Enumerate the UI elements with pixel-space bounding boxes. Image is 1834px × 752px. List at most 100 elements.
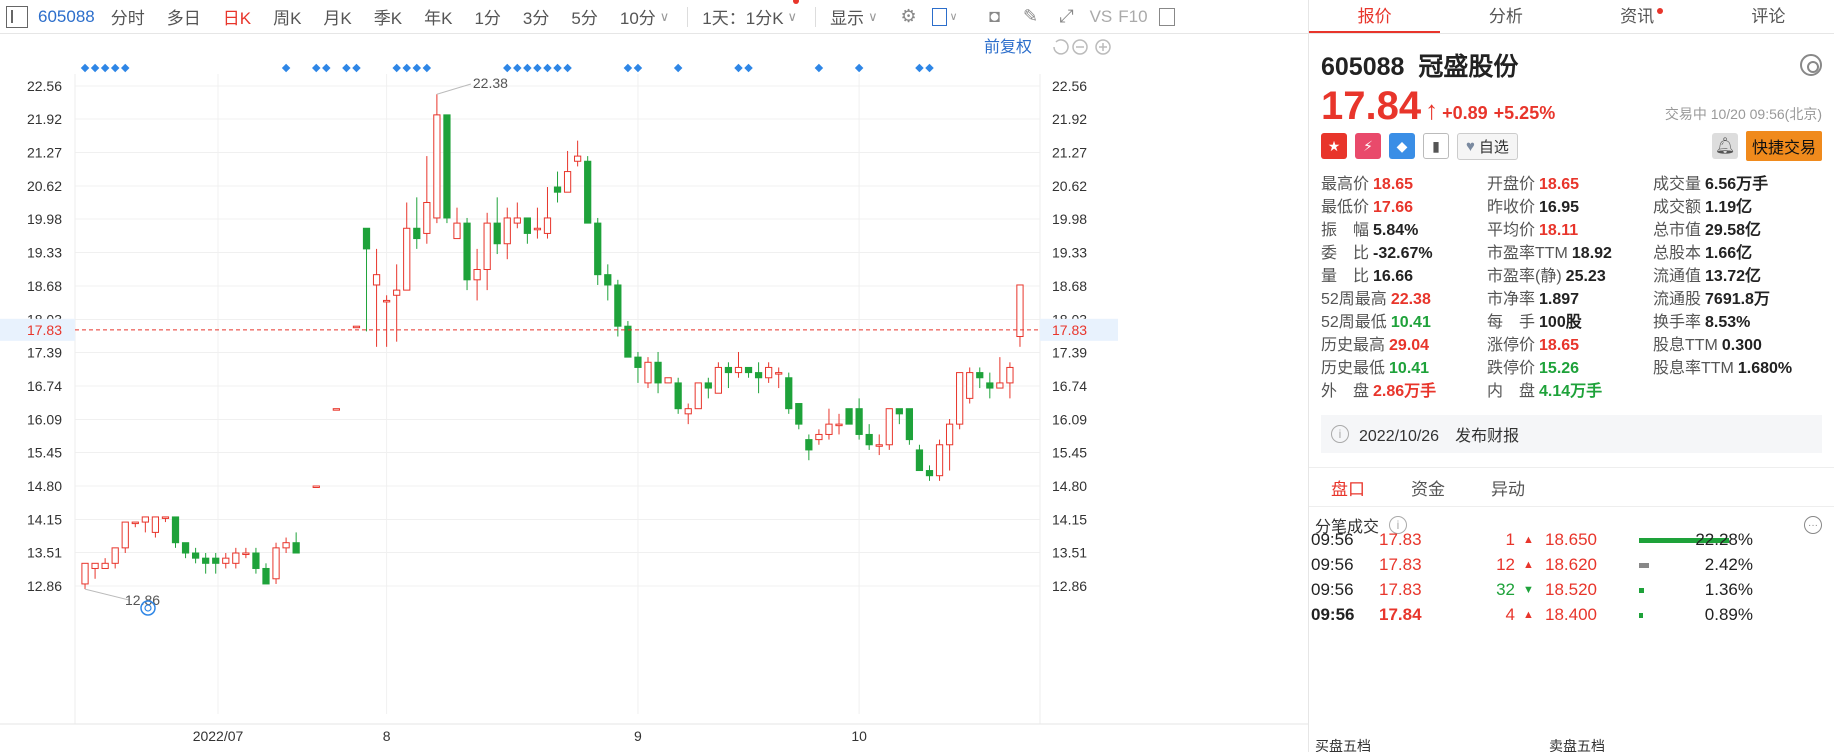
tab-daily-k[interactable]: 日K: [223, 4, 251, 29]
candle-body[interactable]: [574, 155, 582, 162]
bookmark-icon[interactable]: ▮: [1423, 133, 1449, 159]
event-marker[interactable]: [563, 63, 572, 73]
event-marker[interactable]: [523, 63, 532, 73]
event-marker[interactable]: [80, 63, 90, 73]
event-marker[interactable]: [673, 63, 683, 73]
event-marker[interactable]: [744, 63, 753, 73]
tab-3min[interactable]: 3分: [523, 4, 549, 29]
candle-body[interactable]: [513, 217, 521, 224]
candle-body[interactable]: [825, 423, 833, 435]
candle-body[interactable]: [966, 372, 974, 399]
candle-body[interactable]: [483, 222, 491, 271]
candle-body[interactable]: [885, 408, 893, 446]
candle-body[interactable]: [553, 186, 562, 193]
candle-body[interactable]: [242, 552, 250, 556]
candle-body[interactable]: [865, 433, 873, 446]
gear-icon[interactable]: [1800, 54, 1822, 76]
candle-body[interactable]: [222, 557, 230, 564]
candle-body[interactable]: [614, 284, 622, 327]
candle-body[interactable]: [362, 227, 371, 250]
tab-year-k[interactable]: 年K: [424, 4, 452, 29]
candle-body[interactable]: [845, 408, 853, 425]
tab-comments[interactable]: 评论: [1703, 0, 1834, 33]
candle-body[interactable]: [584, 160, 592, 224]
tab-order-book[interactable]: 盘口: [1331, 475, 1365, 500]
earnings-report-notice[interactable]: i 2022/10/26 发布财报: [1321, 415, 1822, 453]
event-marker[interactable]: [633, 63, 643, 73]
candle-body[interactable]: [634, 356, 642, 368]
candle-body[interactable]: [312, 485, 320, 488]
candle-body[interactable]: [724, 366, 733, 374]
candle-body[interactable]: [915, 449, 924, 472]
candle-body[interactable]: [91, 562, 99, 569]
bell-icon[interactable]: 🔔︎: [1711, 133, 1738, 159]
tab-fenshi[interactable]: 分时: [111, 4, 145, 29]
candle-body[interactable]: [694, 382, 702, 410]
candle-body[interactable]: [121, 521, 129, 549]
event-marker[interactable]: [623, 63, 633, 73]
candle-body[interactable]: [413, 227, 421, 240]
range-select[interactable]: 1天：1分K ∨: [702, 0, 800, 29]
candle-body[interactable]: [744, 366, 753, 374]
pen-icon[interactable]: ✎: [1018, 6, 1044, 28]
event-marker[interactable]: [553, 63, 562, 73]
event-marker[interactable]: [322, 63, 331, 73]
candle-body[interactable]: [734, 366, 743, 374]
quick-trade-button[interactable]: 快捷交易: [1745, 131, 1822, 161]
candle-body[interactable]: [976, 372, 984, 379]
tag-icon[interactable]: ◆: [1389, 133, 1415, 159]
candle-body[interactable]: [805, 439, 813, 451]
watchlist-button[interactable]: ♥ 自选: [1457, 132, 1518, 160]
adjust-label[interactable]: 前复权: [984, 38, 1032, 56]
candle-body[interactable]: [212, 557, 220, 564]
color-square-icon[interactable]: ∨: [931, 6, 958, 28]
candle-body[interactable]: [875, 444, 883, 447]
event-marker[interactable]: [915, 63, 924, 73]
tab-1min[interactable]: 1分: [474, 4, 500, 29]
candle-body[interactable]: [945, 423, 954, 446]
candle-body[interactable]: [393, 289, 401, 296]
tab-quarter-k[interactable]: 季K: [374, 4, 402, 29]
candle-body[interactable]: [956, 372, 964, 425]
fullscreen-icon[interactable]: ⤢: [1054, 6, 1080, 28]
event-marker[interactable]: [734, 63, 743, 73]
candle-body[interactable]: [835, 423, 843, 427]
candle-body[interactable]: [704, 382, 712, 389]
candle-body[interactable]: [1006, 366, 1014, 384]
event-marker[interactable]: [110, 63, 120, 73]
event-marker[interactable]: [543, 63, 552, 73]
event-marker[interactable]: [120, 63, 130, 73]
candle-body[interactable]: [594, 222, 602, 276]
event-marker[interactable]: [422, 63, 432, 73]
event-marker[interactable]: [312, 63, 321, 73]
candle-body[interactable]: [252, 552, 260, 569]
tab-weekly-k[interactable]: 周K: [273, 4, 301, 29]
candle-body[interactable]: [986, 382, 994, 389]
candle-body[interactable]: [191, 552, 200, 559]
candle-body[interactable]: [292, 542, 300, 554]
candle-body[interactable]: [925, 470, 934, 477]
candle-body[interactable]: [111, 547, 119, 564]
candle-body[interactable]: [855, 408, 863, 435]
event-marker[interactable]: [503, 63, 512, 73]
candle-body[interactable]: [352, 325, 361, 329]
reset-icon[interactable]: [1053, 39, 1069, 55]
candle-body[interactable]: [905, 408, 914, 441]
candle-body[interactable]: [654, 361, 662, 384]
candle-body[interactable]: [765, 366, 773, 379]
tab-5min[interactable]: 5分: [571, 4, 597, 29]
tab-multiday[interactable]: 多日: [167, 4, 201, 29]
candle-body[interactable]: [664, 377, 672, 384]
kline-chart[interactable]: 前复权 22.56 22.56 21.92 21.92 21.27 21.27 20.62 20…: [0, 34, 1308, 752]
candle-body[interactable]: [423, 201, 431, 234]
sidebar-toggle-icon[interactable]: [6, 5, 28, 28]
candle-body[interactable]: [473, 269, 481, 281]
candle-body[interactable]: [795, 403, 803, 425]
f10-button[interactable]: F10: [1118, 7, 1147, 27]
candle-body[interactable]: [272, 547, 280, 580]
event-marker[interactable]: [392, 63, 401, 73]
tab-news[interactable]: 资讯: [1572, 0, 1703, 33]
candle-body[interactable]: [433, 114, 441, 219]
event-marker[interactable]: [513, 63, 522, 73]
event-marker[interactable]: [342, 63, 351, 73]
